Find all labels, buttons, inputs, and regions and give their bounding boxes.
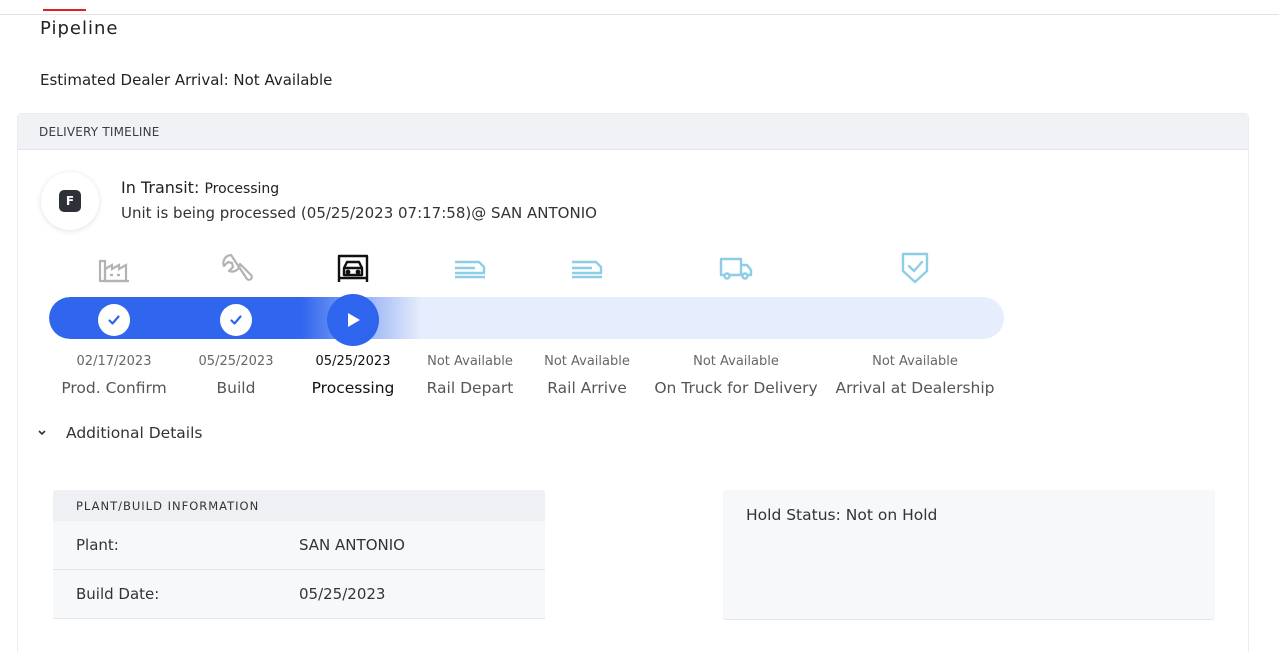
row-value: 05/25/2023 xyxy=(299,585,386,603)
car-lift-icon xyxy=(335,250,371,286)
status-detail: Unit is being processed (05/25/2023 07:1… xyxy=(121,204,597,222)
plant-build-info: PLANT/BUILD INFORMATION Plant: SAN ANTON… xyxy=(53,490,545,619)
check-icon xyxy=(98,304,130,336)
progress-track xyxy=(49,297,1004,339)
status-label: In Transit: xyxy=(121,178,200,197)
rail-car-icon xyxy=(569,250,605,286)
delivery-timeline-header: DELIVERY TIMELINE xyxy=(18,114,1248,150)
step-date: Not Available xyxy=(872,354,958,369)
factory-icon xyxy=(96,250,132,286)
hold-status: Hold Status: Not on Hold xyxy=(746,506,938,524)
step-label: Rail Arrive xyxy=(547,379,627,397)
hold-status-box: Hold Status: Not on Hold xyxy=(723,490,1215,620)
additional-details-toggle[interactable]: Additional Details xyxy=(36,424,202,442)
step-date: Not Available xyxy=(544,354,630,369)
current-step-play-icon xyxy=(327,294,379,346)
step-label: On Truck for Delivery xyxy=(654,379,818,397)
table-row: Plant: SAN ANTONIO xyxy=(53,521,545,570)
shield-check-icon xyxy=(897,250,933,286)
truck-icon xyxy=(718,250,754,286)
avatar-letter: F xyxy=(59,190,81,212)
status-value: Processing xyxy=(204,181,280,197)
table-row: Build Date: 05/25/2023 xyxy=(53,570,545,619)
rail-car-icon xyxy=(452,250,488,286)
additional-details-label: Additional Details xyxy=(66,424,203,442)
top-divider xyxy=(0,14,1279,15)
tab-pipeline[interactable]: Pipeline xyxy=(40,18,118,39)
row-key: Plant: xyxy=(76,536,119,554)
active-tab-indicator xyxy=(43,9,86,11)
wrench-icon xyxy=(218,250,254,286)
row-value: SAN ANTONIO xyxy=(299,536,405,554)
delivery-timeline-card: DELIVERY TIMELINE F In Transit: Processi… xyxy=(17,113,1249,652)
step-label: Arrival at Dealership xyxy=(835,379,995,397)
estimated-arrival: Estimated Dealer Arrival: Not Available xyxy=(40,71,333,89)
plant-build-header: PLANT/BUILD INFORMATION xyxy=(53,490,545,521)
chevron-down-icon xyxy=(36,427,48,439)
step-date: Not Available xyxy=(693,354,779,369)
status-title: In Transit: Processing xyxy=(121,178,279,197)
row-key: Build Date: xyxy=(76,585,160,603)
check-icon xyxy=(220,304,252,336)
avatar: F xyxy=(41,172,99,230)
